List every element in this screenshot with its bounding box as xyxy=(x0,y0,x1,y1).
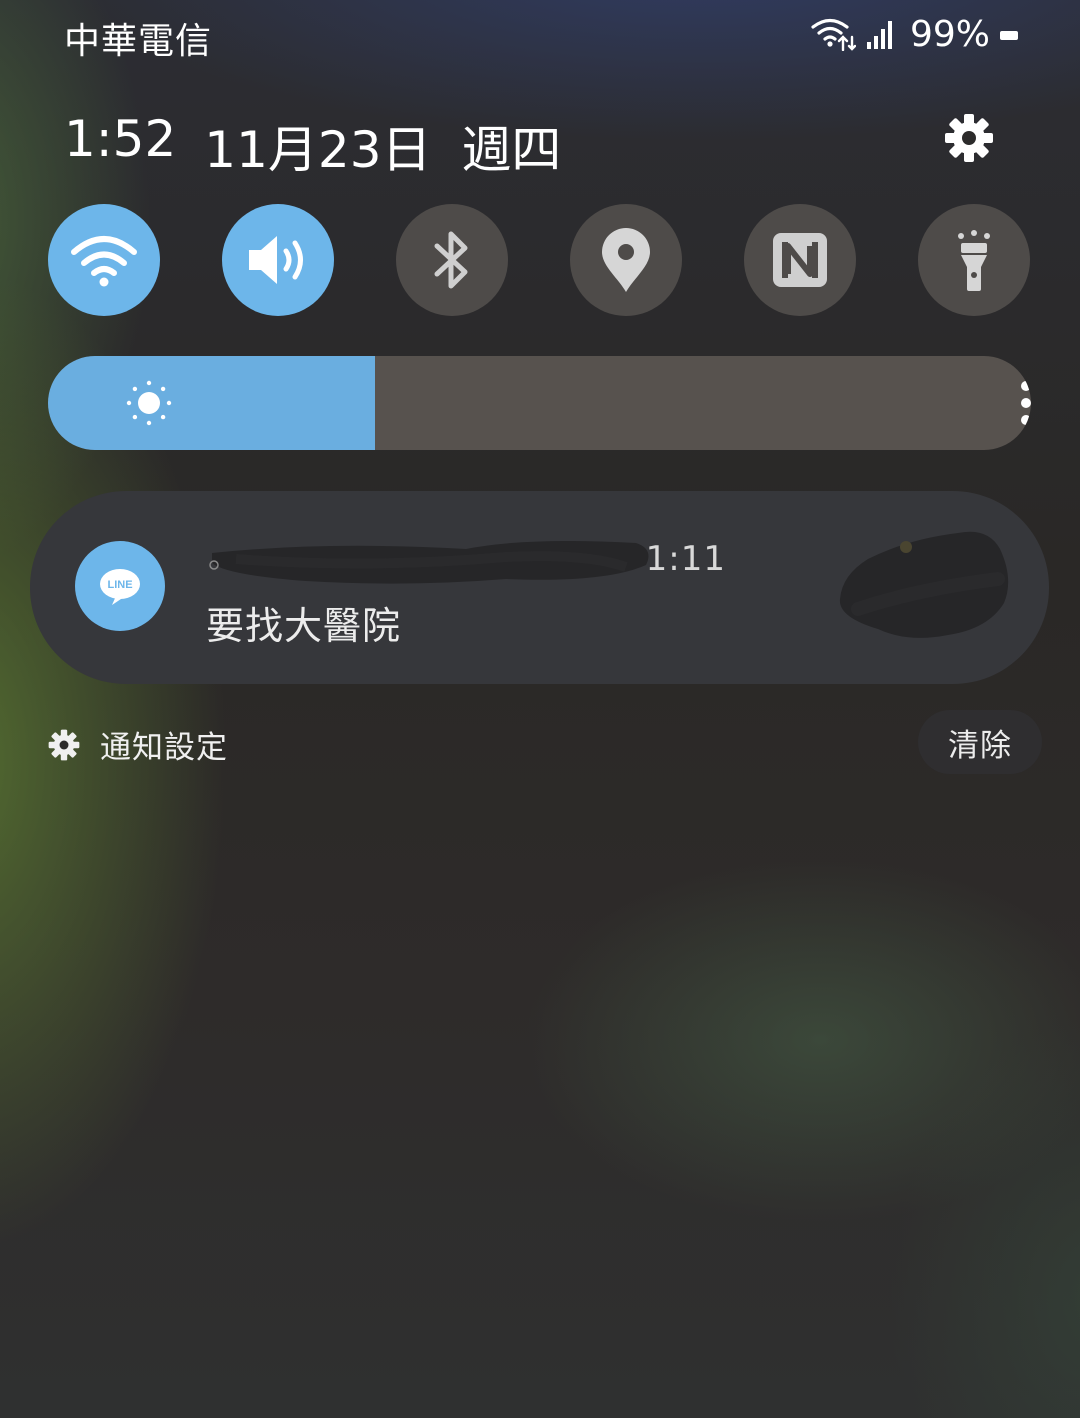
signal-icon xyxy=(866,21,892,49)
bluetooth-toggle[interactable] xyxy=(396,204,508,316)
bluetooth-icon xyxy=(434,231,468,289)
sun-icon xyxy=(126,380,172,426)
gear-icon xyxy=(48,729,80,760)
date-label: 11月23日 xyxy=(204,121,432,179)
carrier-name: 中華電信 xyxy=(64,21,213,62)
line-notification-card[interactable]: LINE 1:11 要找大醫院 xyxy=(30,491,1049,684)
notification-header: 1:11 xyxy=(206,539,726,587)
notification-settings-link[interactable]: 通知設定 xyxy=(48,722,228,767)
date-time-row: 1:52 11月23日 週四 xyxy=(64,110,561,182)
wifi-toggle[interactable] xyxy=(48,204,160,316)
notification-time: 1:11 xyxy=(645,539,726,579)
location-toggle[interactable] xyxy=(570,204,682,316)
brightness-level-fill xyxy=(48,356,376,450)
line-icon: LINE xyxy=(75,541,165,631)
gear-icon[interactable] xyxy=(944,113,994,163)
sound-icon xyxy=(249,236,303,284)
clear-button[interactable]: 清除 xyxy=(918,710,1042,774)
nfc-icon xyxy=(773,233,827,287)
location-icon xyxy=(602,228,650,292)
clock-time[interactable]: 1:52 xyxy=(64,110,176,182)
more-vertical-icon[interactable] xyxy=(1008,380,1031,426)
redacted-thumbnail xyxy=(839,531,1009,638)
notification-message: 要找大醫院 xyxy=(206,604,402,648)
notification-settings-label: 通知設定 xyxy=(100,730,228,766)
sound-toggle[interactable] xyxy=(222,204,334,316)
weekday-label: 週四 xyxy=(461,121,562,179)
wifi-data-icon xyxy=(811,18,856,51)
flashlight-icon xyxy=(958,230,990,291)
nfc-toggle[interactable] xyxy=(744,204,856,316)
brightness-slider[interactable] xyxy=(48,356,1031,450)
battery-icon xyxy=(1000,30,1018,40)
redaction-scribble xyxy=(209,541,649,584)
line-icon-text: LINE xyxy=(107,579,132,591)
wifi-icon xyxy=(71,236,137,287)
battery-percentage: 99% xyxy=(909,13,990,55)
date-text[interactable]: 11月23日 週四 xyxy=(204,110,561,182)
status-icons: 99% xyxy=(810,12,1018,56)
flashlight-toggle[interactable] xyxy=(918,204,1030,316)
